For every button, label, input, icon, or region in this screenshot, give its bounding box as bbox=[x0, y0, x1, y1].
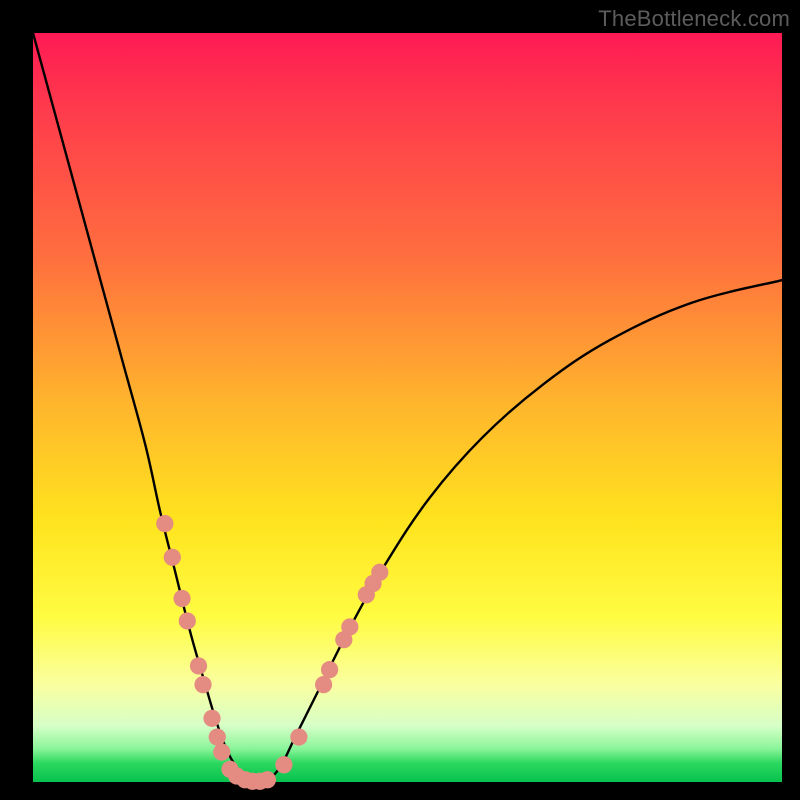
watermark-text: TheBottleneck.com bbox=[598, 6, 790, 32]
bottleneck-curve bbox=[33, 33, 782, 784]
highlight-dot bbox=[179, 612, 196, 629]
highlight-dot bbox=[371, 564, 388, 581]
highlight-dot bbox=[259, 771, 276, 788]
highlight-dot bbox=[194, 676, 211, 693]
highlight-dot bbox=[275, 756, 292, 773]
chart-overlay bbox=[33, 33, 782, 782]
highlight-dot bbox=[156, 515, 173, 532]
highlight-dot bbox=[213, 743, 230, 760]
highlight-dot bbox=[203, 710, 220, 727]
chart-stage: TheBottleneck.com bbox=[0, 0, 800, 800]
highlight-dot bbox=[315, 676, 332, 693]
highlight-dots-group bbox=[156, 515, 388, 790]
highlight-dot bbox=[173, 590, 190, 607]
highlight-dot bbox=[290, 728, 307, 745]
highlight-dot bbox=[341, 618, 358, 635]
highlight-dot bbox=[164, 549, 181, 566]
highlight-dot bbox=[321, 661, 338, 678]
highlight-dot bbox=[209, 728, 226, 745]
highlight-dot bbox=[190, 657, 207, 674]
